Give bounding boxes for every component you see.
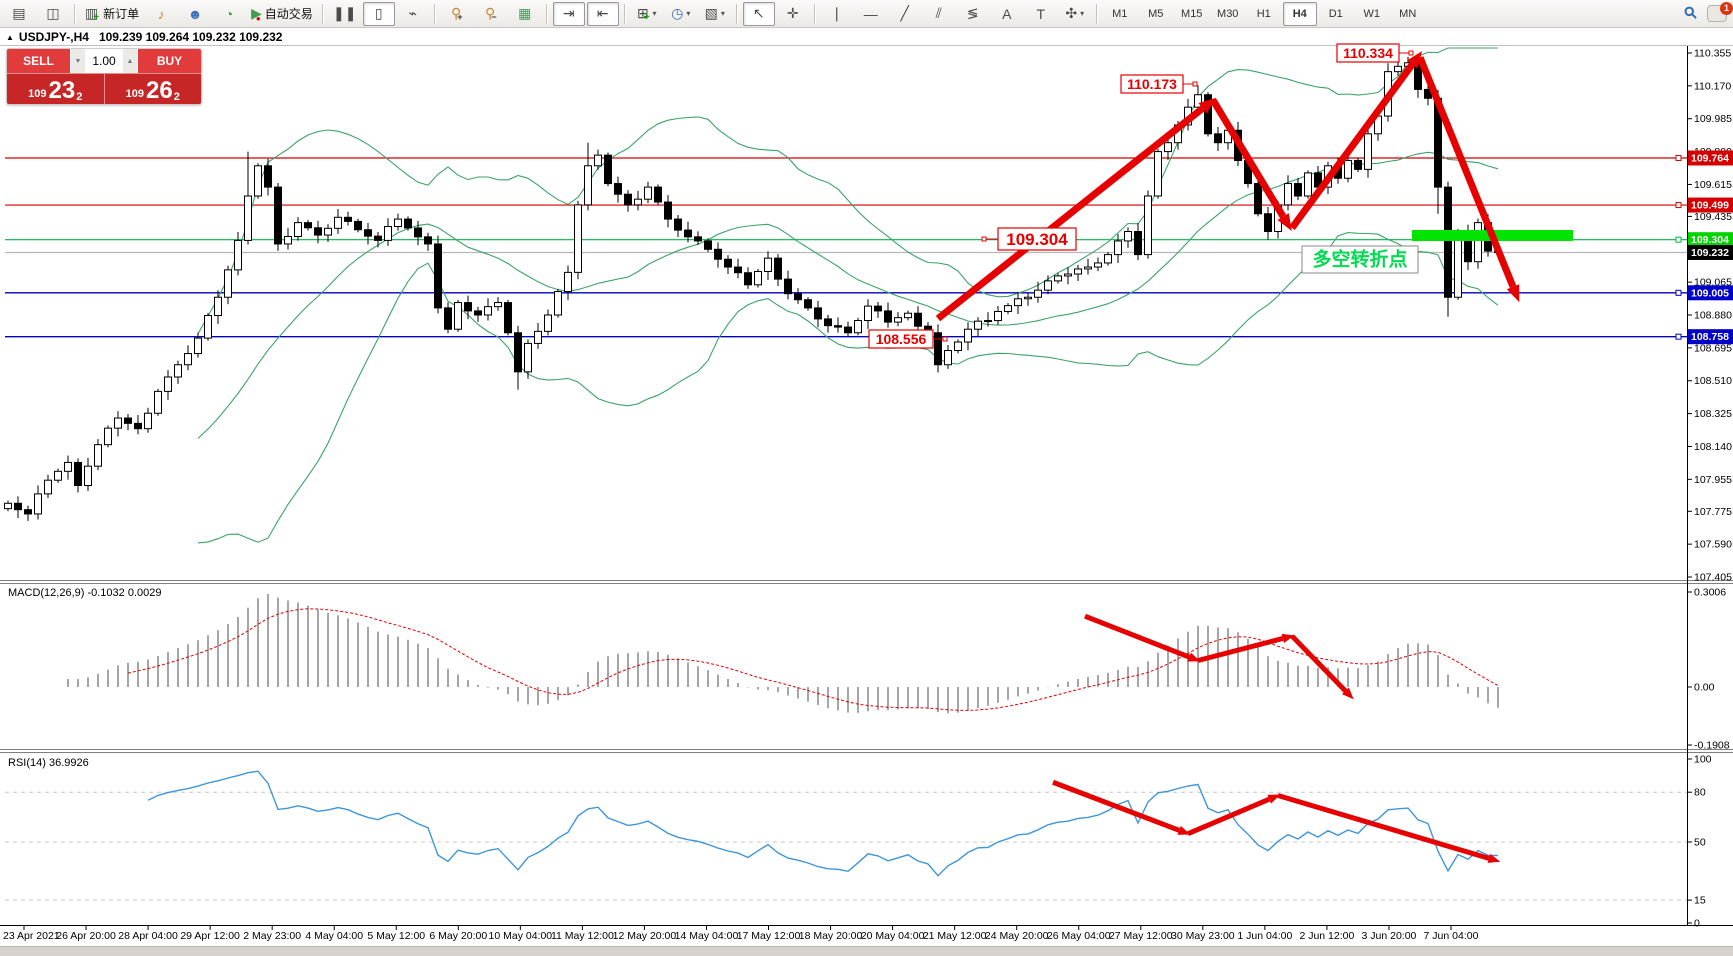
trend-arrow[interactable] [1278, 796, 1500, 863]
price-annotation-label[interactable]: 110.334 [1337, 44, 1413, 62]
svg-text:0.3006: 0.3006 [1694, 587, 1726, 599]
rsi-indicator: RSI(14) 36.9926 [5, 757, 1687, 900]
level-handle[interactable] [1676, 334, 1681, 339]
time-axis[interactable]: 23 Apr 202126 Apr 20:0028 Apr 04:0029 Ap… [3, 926, 1479, 942]
svg-text:15: 15 [1694, 895, 1706, 907]
sell-price-small: 109 [28, 86, 46, 102]
svg-text:109.304: 109.304 [1006, 230, 1068, 249]
svg-text:80: 80 [1694, 787, 1706, 799]
trend-arrow[interactable] [1213, 100, 1292, 231]
svg-text:100: 100 [1694, 754, 1712, 766]
svg-text:109.435: 109.435 [1694, 211, 1732, 223]
buy-price-big: 26 [146, 80, 173, 102]
svg-text:5 May 12:00: 5 May 12:00 [367, 930, 425, 942]
svg-text:109.499: 109.499 [1691, 200, 1729, 212]
svg-text:109.764: 109.764 [1691, 152, 1729, 164]
sell-price-big: 23 [49, 80, 76, 102]
svg-text:109.615: 109.615 [1694, 179, 1732, 191]
svg-text:110.173: 110.173 [1127, 76, 1177, 92]
trend-arrow[interactable] [1292, 636, 1354, 699]
trend-arrow[interactable] [1085, 616, 1200, 661]
svg-text:24 May 20:00: 24 May 20:00 [985, 930, 1049, 942]
sell-price-sup: 2 [76, 92, 82, 102]
svg-text:0: 0 [1694, 918, 1700, 930]
svg-text:4 May 04:00: 4 May 04:00 [305, 930, 363, 942]
macd-indicator: MACD(12,26,9) -0.1032 0.0029 [8, 587, 1498, 713]
svg-text:20 May 04:00: 20 May 04:00 [861, 930, 925, 942]
level-handle[interactable] [1676, 203, 1681, 208]
svg-text:107.405: 107.405 [1694, 572, 1732, 584]
volume-increase-button[interactable]: ▲ [123, 49, 137, 73]
svg-text:110.170: 110.170 [1694, 80, 1731, 92]
svg-text:23 Apr 2021: 23 Apr 2021 [3, 930, 60, 942]
svg-text:2 Jun 12:00: 2 Jun 12:00 [1299, 930, 1354, 942]
svg-text:109.232: 109.232 [1691, 247, 1729, 259]
trend-arrow[interactable] [1188, 795, 1280, 834]
svg-text:14 May 04:00: 14 May 04:00 [675, 930, 739, 942]
level-handle[interactable] [1676, 237, 1681, 242]
volume-decrease-button[interactable]: ▼ [71, 49, 85, 73]
svg-text:2 May 23:00: 2 May 23:00 [243, 930, 301, 942]
svg-text:27 May 12:00: 27 May 12:00 [1109, 930, 1173, 942]
svg-text:50: 50 [1694, 837, 1706, 849]
buy-price[interactable]: 109 26 2 [105, 74, 202, 104]
svg-text:10 May 04:00: 10 May 04:00 [489, 930, 553, 942]
trend-arrow[interactable] [1198, 634, 1294, 661]
svg-text:多空转折点: 多空转折点 [1312, 247, 1407, 270]
chart-canvas[interactable]: MACD(12,26,9) -0.1032 0.0029 RSI(14) 36.9… [0, 0, 1733, 955]
svg-text:108.325: 108.325 [1694, 408, 1732, 420]
bollinger-bands [198, 48, 1498, 543]
svg-text:11 May 12:00: 11 May 12:00 [551, 930, 614, 942]
svg-text:110.355: 110.355 [1694, 48, 1731, 60]
note-annotation[interactable]: 多空转折点 [1302, 246, 1418, 273]
svg-text:7 Jun 04:00: 7 Jun 04:00 [1424, 930, 1479, 942]
svg-text:17 May 12:00: 17 May 12:00 [737, 930, 801, 942]
buy-price-small: 109 [126, 86, 144, 102]
svg-text:107.775: 107.775 [1694, 506, 1732, 518]
svg-text:108.556: 108.556 [876, 331, 927, 347]
svg-text:6 May 20:00: 6 May 20:00 [429, 930, 487, 942]
price-annotation-label[interactable]: 110.173 [1121, 75, 1197, 93]
buy-price-sup: 2 [174, 92, 180, 102]
price-annotation-label[interactable]: 109.304 [982, 228, 1076, 250]
svg-text:107.590: 107.590 [1694, 539, 1732, 551]
one-click-trading-panel: SELL ▼ 1.00 ▲ BUY 109 23 2 109 26 2 [6, 48, 202, 105]
svg-text:21 May 12:00: 21 May 12:00 [923, 930, 987, 942]
trend-arrows[interactable] [938, 51, 1519, 863]
candlestick-series [5, 56, 1502, 521]
svg-text:110.334: 110.334 [1343, 45, 1393, 61]
price-axis[interactable]: 110.355110.170109.985109.800109.615109.4… [1687, 48, 1732, 930]
svg-text:26 Apr 20:00: 26 Apr 20:00 [56, 930, 116, 942]
volume-value[interactable]: 1.00 [85, 49, 123, 73]
trend-arrow[interactable] [938, 98, 1216, 319]
rsi-label: RSI(14) 36.9926 [8, 757, 89, 769]
svg-text:108.140: 108.140 [1694, 441, 1732, 453]
svg-text:109.985: 109.985 [1694, 113, 1732, 125]
level-handle[interactable] [1676, 155, 1681, 160]
svg-text:108.510: 108.510 [1694, 375, 1732, 387]
trend-arrow[interactable] [1292, 51, 1422, 228]
svg-text:30 May 23:00: 30 May 23:00 [1171, 930, 1235, 942]
svg-text:3 Jun 20:00: 3 Jun 20:00 [1362, 930, 1417, 942]
svg-text:26 May 04:00: 26 May 04:00 [1047, 930, 1111, 942]
svg-text:1 Jun 04:00: 1 Jun 04:00 [1237, 930, 1292, 942]
svg-text:18 May 20:00: 18 May 20:00 [799, 930, 863, 942]
sell-price[interactable]: 109 23 2 [7, 74, 105, 104]
sell-button[interactable]: SELL [7, 49, 70, 73]
volume-stepper: ▼ 1.00 ▲ [70, 49, 138, 73]
svg-text:107.955: 107.955 [1694, 474, 1732, 486]
svg-text:108.758: 108.758 [1691, 331, 1729, 343]
macd-label: MACD(12,26,9) -0.1032 0.0029 [8, 587, 161, 599]
level-handle[interactable] [1676, 290, 1681, 295]
svg-text:108.880: 108.880 [1694, 310, 1732, 322]
svg-text:12 May 20:00: 12 May 20:00 [613, 930, 677, 942]
svg-text:29 Apr 12:00: 29 Apr 12:00 [180, 930, 240, 942]
svg-text:-0.1908: -0.1908 [1694, 740, 1730, 752]
buy-button[interactable]: BUY [138, 49, 201, 73]
svg-text:0.00: 0.00 [1694, 682, 1715, 694]
svg-text:109.005: 109.005 [1691, 287, 1729, 299]
svg-text:109.304: 109.304 [1691, 234, 1729, 246]
svg-text:28 Apr 04:00: 28 Apr 04:00 [118, 930, 178, 942]
